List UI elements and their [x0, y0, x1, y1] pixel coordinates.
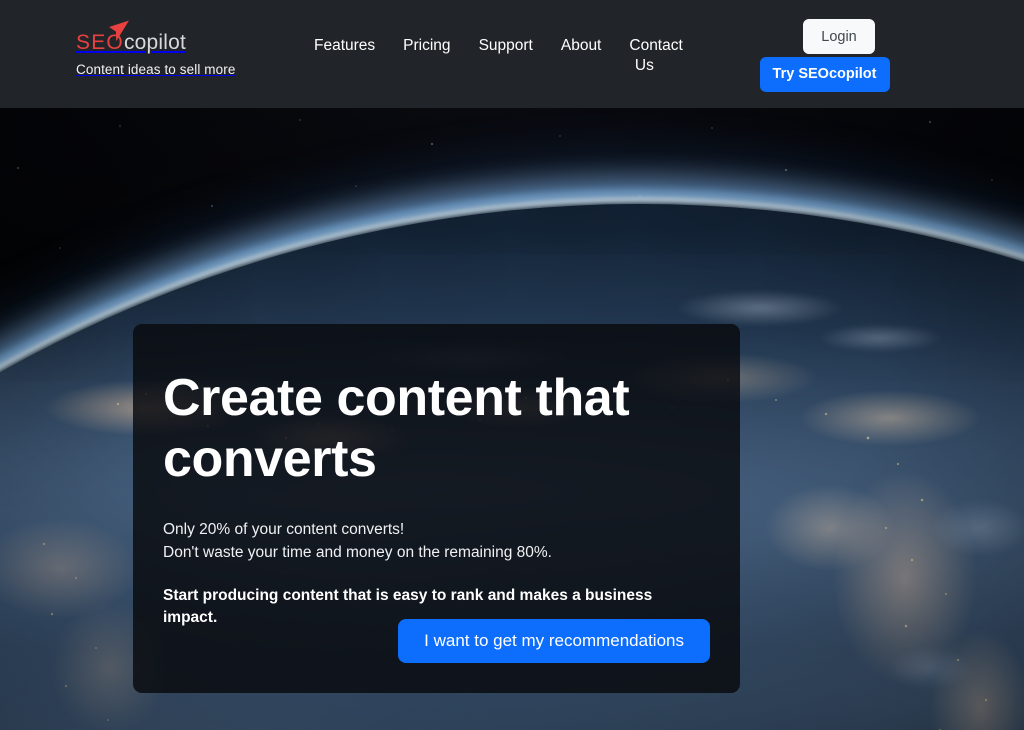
hero-title: Create content that converts — [163, 369, 630, 488]
nav-item-contact-us[interactable]: Contact Us — [615, 36, 682, 76]
brand-logo-secondary: copilot — [123, 31, 187, 54]
nav-item-about[interactable]: About — [547, 36, 616, 56]
hero-subtitle-line-2: Don't waste your time and money on the r… — [163, 544, 552, 561]
nav-item-pricing[interactable]: Pricing — [389, 36, 464, 56]
site-header: SEOcopilot Content ideas to sell more Fe… — [0, 0, 1024, 108]
page-root: SEOcopilot Content ideas to sell more Fe… — [0, 0, 1024, 730]
hero-subtitle: Only 20% of your content converts! Don't… — [163, 518, 706, 564]
brand-logo: SEOcopilot — [76, 20, 326, 56]
hero-section: Create content that converts Only 20% of… — [0, 108, 1024, 730]
brand-logo-primary: SEO — [76, 31, 124, 54]
hero-card: Create content that converts Only 20% of… — [133, 324, 740, 693]
login-button[interactable]: Login — [803, 19, 875, 54]
brand-tagline: Content ideas to sell more — [76, 62, 236, 77]
main-nav: Features Pricing Support About Contact U… — [300, 36, 710, 76]
brand-logo-link[interactable]: SEOcopilot Content ideas to sell more — [76, 20, 326, 77]
hero-cta-row: I want to get my recommendations — [163, 619, 710, 663]
header-actions: Login Try SEOcopilot — [757, 19, 892, 92]
hero-subtitle-line-1: Only 20% of your content converts! — [163, 521, 405, 538]
get-recommendations-button[interactable]: I want to get my recommendations — [398, 619, 710, 663]
try-seocopilot-button[interactable]: Try SEOcopilot — [759, 57, 890, 92]
nav-item-features[interactable]: Features — [300, 36, 389, 56]
nav-item-support[interactable]: Support — [465, 36, 547, 56]
